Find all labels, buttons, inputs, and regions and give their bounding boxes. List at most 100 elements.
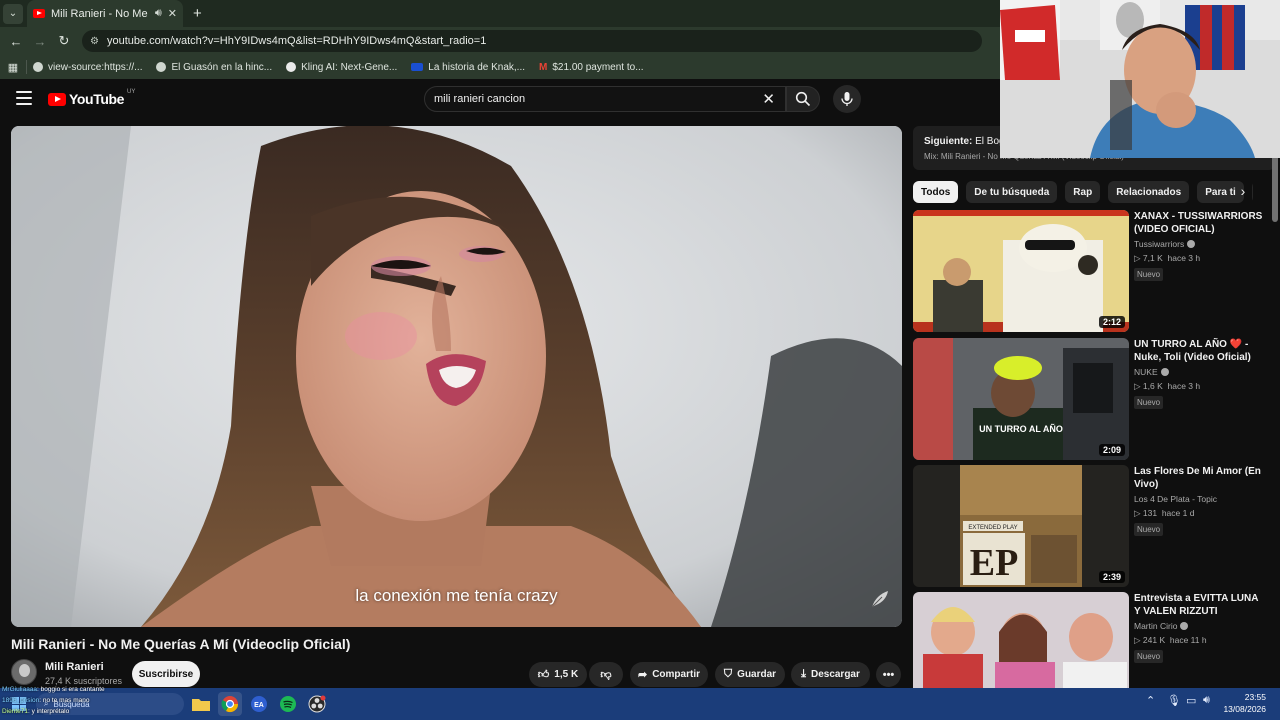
share-label: Compartir bbox=[652, 669, 700, 680]
spotify-icon[interactable] bbox=[276, 692, 300, 716]
apps-grid-icon[interactable]: ▦ bbox=[0, 61, 26, 74]
globe-icon bbox=[156, 62, 167, 72]
chrome-icon[interactable] bbox=[218, 692, 242, 716]
new-tab-button[interactable]: + bbox=[193, 5, 202, 22]
file-explorer-icon[interactable] bbox=[189, 692, 213, 716]
taskbar-clock[interactable]: 23:55 13/08/2026 bbox=[1223, 691, 1266, 715]
chevron-up-icon[interactable]: ⌃ bbox=[1146, 694, 1155, 707]
video-thumbnail[interactable] bbox=[913, 592, 1129, 688]
rec-channel[interactable]: Los 4 De Plata - Topic bbox=[1134, 494, 1264, 504]
volume-icon[interactable]: 🔊︎ bbox=[1203, 694, 1210, 707]
like-button[interactable]: 👍︎ 1,5 K bbox=[529, 662, 587, 687]
channel-name[interactable]: Mili Ranieri bbox=[45, 661, 104, 673]
more-actions-button[interactable]: ••• bbox=[876, 662, 901, 687]
stream-chat-overlay: MrGiuliaaaa: boggio si era cantante 1896… bbox=[2, 684, 105, 717]
rec-title[interactable]: Las Flores De Mi Amor (En Vivo) bbox=[1134, 465, 1264, 491]
site-info-icon[interactable]: ⚙︎ bbox=[90, 36, 99, 47]
search-input[interactable]: mili ranieri cancion ✕ bbox=[424, 86, 786, 112]
channel-avatar[interactable] bbox=[11, 659, 37, 685]
video-thumbnail[interactable]: EXTENDED PLAY EP 2:39 bbox=[913, 465, 1129, 587]
chip-rap[interactable]: Rap bbox=[1065, 181, 1101, 203]
thumbnail-image: EXTENDED PLAY EP bbox=[913, 465, 1129, 587]
rec-views: 131 bbox=[1142, 508, 1158, 518]
close-tab-icon[interactable]: ✕ bbox=[168, 7, 177, 20]
video-player[interactable]: la conexión me tenía crazy bbox=[11, 126, 902, 627]
back-arrow-icon[interactable]: ← bbox=[4, 34, 28, 49]
chat-user: 1896_prision bbox=[2, 697, 40, 704]
video-thumbnail[interactable]: UN TURRO AL AÑO 2:09 bbox=[913, 338, 1129, 460]
chat-message: MrGiuliaaaa: boggio si era cantante bbox=[2, 684, 105, 695]
new-badge: Nuevo bbox=[1134, 650, 1164, 663]
reload-icon[interactable]: ↻ bbox=[52, 33, 76, 49]
bookmark-item[interactable]: La historia de Knak,... bbox=[411, 62, 525, 73]
globe-icon bbox=[33, 62, 43, 72]
download-label: Descargar bbox=[810, 669, 860, 680]
url-field[interactable]: ⚙︎ youtube.com/watch?v=HhY9IDws4mQ&list=… bbox=[82, 30, 982, 52]
recommendation-item[interactable]: UN TURRO AL AÑO 2:09 UN TURRO AL AÑO ❤️ … bbox=[913, 338, 1275, 460]
clock-date: 13/08/2026 bbox=[1223, 704, 1266, 714]
clear-search-icon[interactable]: ✕ bbox=[762, 90, 775, 108]
rec-title[interactable]: XANAX - TUSSIWARRIORS (VIDEO OFICIAL) bbox=[1134, 210, 1264, 236]
video-info: UN TURRO AL AÑO ❤️ - Nuke, Toli (Video O… bbox=[1134, 338, 1264, 410]
rec-channel[interactable]: NUKE bbox=[1134, 367, 1264, 377]
chip-todos[interactable]: Todos bbox=[913, 181, 959, 203]
save-button[interactable]: ⛉ Guardar bbox=[715, 662, 785, 687]
bookmark-label: Kling AI: Next-Gene... bbox=[301, 61, 398, 73]
rec-age: hace 1 d bbox=[1161, 508, 1195, 518]
feather-watermark-icon bbox=[871, 591, 888, 608]
rec-channel[interactable]: Martin Cirio bbox=[1134, 621, 1264, 631]
rec-channel-name: NUKE bbox=[1134, 367, 1158, 377]
browser-tab-active[interactable]: Mili Ranieri - No Me Querías 🔊︎ ✕ bbox=[27, 0, 183, 27]
bookmark-item[interactable]: M $21.00 payment to... bbox=[539, 62, 644, 73]
bookmark-icon: ⛉ bbox=[723, 668, 733, 680]
speaker-icon[interactable]: 🔊︎ bbox=[155, 7, 162, 20]
share-button[interactable]: ➦ Compartir bbox=[630, 662, 708, 687]
verified-icon bbox=[1187, 240, 1196, 248]
video-thumbnail[interactable]: 2:12 bbox=[913, 210, 1129, 332]
ea-app-icon[interactable]: EA bbox=[247, 692, 271, 716]
search-button[interactable] bbox=[786, 86, 820, 112]
hamburger-menu-icon[interactable] bbox=[16, 91, 32, 105]
rec-title[interactable]: UN TURRO AL AÑO ❤️ - Nuke, Toli (Video O… bbox=[1134, 338, 1264, 364]
microphone-icon bbox=[841, 92, 853, 106]
voice-search-button[interactable] bbox=[833, 85, 861, 113]
rec-title[interactable]: Entrevista a EVITTA LUNA Y VALEN RIZZUTI bbox=[1134, 592, 1264, 618]
subscribe-button[interactable]: Suscribirse bbox=[132, 661, 200, 687]
chat-user: MrGiuliaaaa bbox=[2, 686, 38, 693]
recommendation-item[interactable]: Entrevista a EVITTA LUNA Y VALEN RIZZUTI… bbox=[913, 592, 1275, 688]
chat-text: : y interprétalo bbox=[28, 708, 70, 715]
bookmark-label: view-source:https://... bbox=[48, 61, 143, 73]
obs-icon[interactable] bbox=[305, 692, 329, 716]
bookmark-label: La historia de Knak,... bbox=[428, 61, 526, 73]
tab-search-button[interactable]: ⌄ bbox=[3, 3, 23, 24]
video-subtitle: la conexión me tenía crazy bbox=[355, 586, 558, 605]
rec-views: 7,1 K bbox=[1142, 253, 1163, 263]
network-icon[interactable]: ▭ bbox=[1186, 694, 1196, 707]
chat-user: Diente71 bbox=[2, 708, 29, 715]
chip-relacionados[interactable]: Relacionados bbox=[1108, 181, 1190, 203]
chip-de-tu-busqueda[interactable]: De tu búsqueda bbox=[966, 181, 1058, 203]
rec-channel-name: Tussiwarriors bbox=[1134, 239, 1185, 249]
new-badge: Nuevo bbox=[1134, 396, 1164, 409]
bookmark-item[interactable]: view-source:https://... bbox=[33, 62, 142, 73]
recommendation-item[interactable]: EXTENDED PLAY EP 2:39 Las Flores De Mi A… bbox=[913, 465, 1275, 587]
chevron-right-icon[interactable]: › bbox=[1234, 183, 1252, 201]
chat-text: : no te mas mano bbox=[39, 697, 90, 704]
youtube-logo[interactable]: YouTube UY bbox=[48, 89, 135, 107]
chat-text: : boggio si era cantante bbox=[37, 686, 105, 693]
rec-meta: ▷ 241 K hace 11 h bbox=[1134, 635, 1207, 645]
forward-arrow-icon[interactable]: → bbox=[28, 34, 52, 49]
microphone-icon[interactable]: 🎙︎ bbox=[1167, 694, 1181, 707]
webcam-image bbox=[1000, 0, 1280, 158]
thumbnail-image bbox=[913, 592, 1129, 688]
thumbnail-image bbox=[913, 210, 1129, 332]
bookmark-item[interactable]: Kling AI: Next-Gene... bbox=[286, 62, 397, 73]
download-icon: ⤓ bbox=[801, 668, 806, 680]
bookmark-label: El Guasón en la hinc... bbox=[171, 61, 273, 73]
bookmark-item[interactable]: El Guasón en la hinc... bbox=[156, 62, 272, 73]
download-button[interactable]: ⤓ Descargar bbox=[791, 662, 870, 687]
recommendation-item[interactable]: 2:12 XANAX - TUSSIWARRIORS (VIDEO OFICIA… bbox=[913, 210, 1275, 332]
dislike-button[interactable]: 👎︎ bbox=[589, 662, 623, 687]
rec-channel[interactable]: Tussiwarriors bbox=[1134, 239, 1264, 249]
url-text: youtube.com/watch?v=HhY9IDws4mQ&list=RDH… bbox=[106, 35, 487, 47]
